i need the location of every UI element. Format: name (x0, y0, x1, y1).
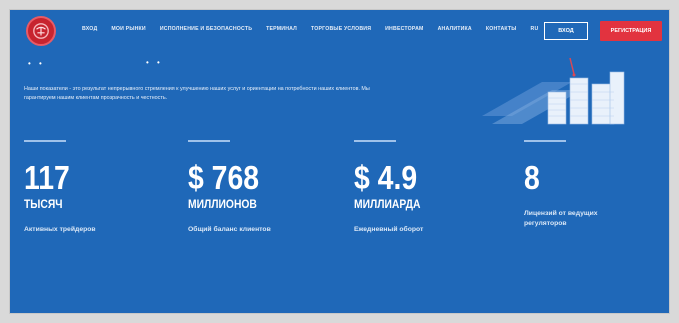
register-button[interactable]: РЕГИСТРАЦИЯ (600, 21, 662, 41)
stacked-documents-icon (482, 57, 625, 125)
stat-value: 117 (24, 158, 70, 196)
stat-value: $ 4.9 (354, 158, 418, 196)
site-header: Вход Мои рынки Исполнение и безопасность… (10, 10, 669, 54)
intro-text: Наши показатели - это результат непрерыв… (24, 86, 370, 101)
stat-turnover: $ 4.9 МИЛЛИАРДА Ежедневный оборот (354, 140, 494, 235)
nav-item-8[interactable]: Контакты (486, 26, 517, 32)
slider-dots-mid[interactable]: • • (146, 58, 163, 67)
stat-unit: МИЛЛИАРДА (354, 196, 421, 211)
stat-value: 8 (524, 158, 540, 196)
main-nav: Вход Мои рынки Исполнение и безопасность… (82, 26, 552, 32)
stat-description: Активных трейдеров (24, 225, 96, 233)
slider-dots-left[interactable]: • • (28, 59, 45, 68)
stat-divider (354, 140, 396, 142)
stat-unit: МИЛЛИОНОВ (188, 196, 257, 211)
nav-item-1[interactable]: Вход (82, 26, 97, 32)
stat-divider (24, 140, 66, 142)
stat-description: Общий баланс клиентов (188, 225, 271, 233)
stat-description: Лицензий от ведущих регуляторов (524, 209, 598, 227)
login-button[interactable]: ВХОД (544, 22, 588, 40)
stat-traders: 117 ТЫСЯЧ Активных трейдеров (24, 140, 164, 235)
language-switch[interactable]: RU (531, 26, 539, 32)
nav-item-3[interactable]: Исполнение и безопасность (160, 26, 252, 32)
stat-description: Ежедневный оборот (354, 225, 424, 233)
stat-licenses: 8 Лицензий от ведущих регуляторов (524, 140, 664, 229)
nav-item-5[interactable]: Торговые условия (311, 26, 371, 32)
stat-divider (524, 140, 566, 142)
stat-unit: ТЫСЯЧ (24, 196, 63, 211)
stat-balance: $ 768 МИЛЛИОНОВ Общий баланс клиентов (188, 140, 328, 235)
nav-item-2[interactable]: Мои рынки (111, 26, 146, 32)
bull-emblem-icon (33, 23, 49, 39)
stat-divider (188, 140, 230, 142)
nav-item-4[interactable]: Терминал (266, 26, 297, 32)
nav-item-6[interactable]: Инвесторам (385, 26, 423, 32)
nav-item-7[interactable]: Аналитика (438, 26, 472, 32)
stat-value: $ 768 (188, 158, 260, 196)
page-frame: Вход Мои рынки Исполнение и безопасность… (10, 10, 669, 313)
logo-icon[interactable] (26, 16, 56, 46)
